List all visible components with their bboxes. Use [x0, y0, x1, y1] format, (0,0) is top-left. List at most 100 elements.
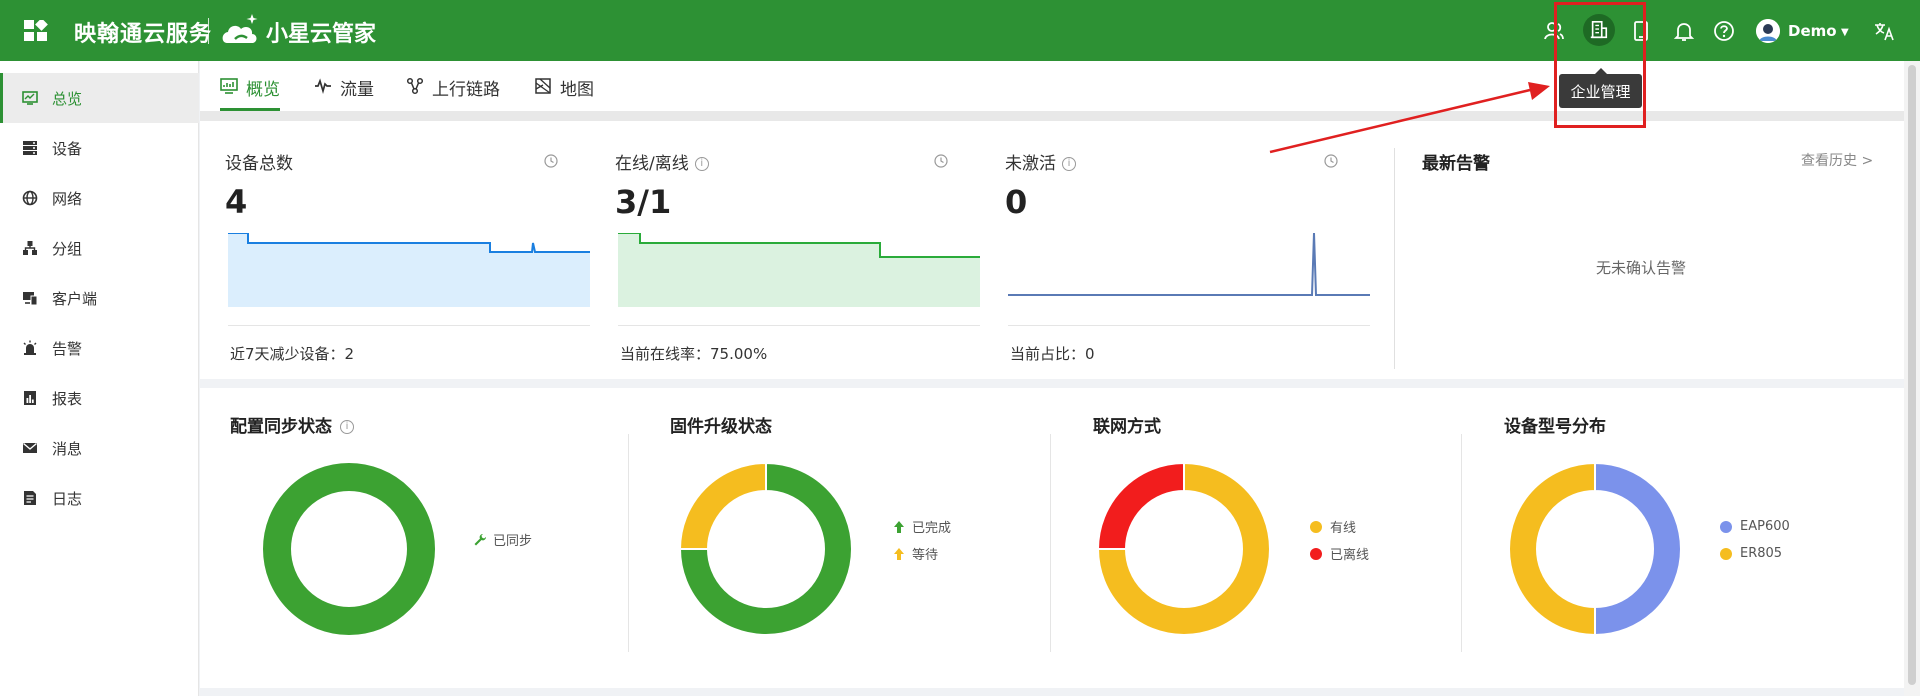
sidebar-item-logs[interactable]: 日志 [0, 473, 199, 523]
sidebar-item-reports[interactable]: 报表 [0, 373, 199, 423]
sidebar-item-overview[interactable]: 总览 [0, 73, 199, 123]
pulse-icon [315, 78, 331, 95]
tab-bar: 概览 流量 上行链路 地图 [200, 61, 1904, 111]
info-icon[interactable]: i [1062, 157, 1076, 171]
chevron-down-icon[interactable]: ▼ [1841, 27, 1849, 38]
info-icon[interactable]: i [694, 157, 709, 171]
firmware-legend: 已完成 等待 [892, 513, 951, 567]
legend-label: 等待 [912, 548, 939, 563]
sidebar-item-devices[interactable]: 设备 [0, 123, 199, 173]
network-legend: 有线 已离线 [1310, 513, 1369, 567]
tab-map[interactable]: 地图 [534, 71, 594, 111]
sidebar-item-network[interactable]: 网络 [0, 173, 199, 223]
brand-name: 映翰通云服务 [74, 22, 213, 47]
user-name[interactable]: Demo [1788, 22, 1837, 40]
uplink-icon [406, 77, 424, 95]
info-icon[interactable]: i [340, 420, 354, 434]
stat-total-devices[interactable]: 设备总数 4 近7天减少设备：2 [200, 121, 590, 379]
avatar[interactable] [1756, 19, 1780, 43]
legend-dot [1310, 520, 1322, 533]
sidebar-item-label: 总览 [52, 89, 83, 108]
sidebar-item-alarms[interactable]: 告警 [0, 323, 199, 373]
mail-icon [22, 440, 38, 456]
donut-slice-EAP600[interactable] [1594, 461, 1682, 637]
config-sync-donut[interactable] [261, 461, 437, 637]
sidebar-item-clients[interactable]: 客户端 [0, 273, 199, 323]
legend-label: ER805 [1740, 546, 1783, 561]
map-icon [535, 78, 551, 94]
client-icon [22, 290, 38, 306]
card-title: 固件升级状态 [670, 417, 772, 437]
help-icon[interactable] [1711, 18, 1737, 44]
legend-item[interactable]: 已离线 [1310, 540, 1369, 567]
app-grid-icon[interactable] [24, 20, 50, 42]
stats-panel: 设备总数 4 近7天减少设备：2 在线/离线 i 3/1 当前在线率：75.00%… [200, 121, 1904, 379]
stat-footnote: 近7天减少设备：2 [230, 345, 355, 363]
legend-dot [1720, 547, 1732, 560]
donut-slice-等待[interactable] [678, 461, 767, 550]
sidebar-item-groups[interactable]: 分组 [0, 223, 199, 273]
legend-item[interactable]: 已完成 [892, 513, 951, 540]
online-sparkline [618, 233, 980, 307]
network-donut[interactable] [1096, 461, 1272, 637]
legend-label: 已同步 [493, 534, 533, 549]
translate-icon[interactable] [1871, 18, 1897, 44]
legend-label: EAP600 [1740, 519, 1790, 534]
globe-icon [22, 190, 38, 206]
donut-slice-已同步[interactable] [263, 463, 435, 635]
report-icon [22, 390, 38, 406]
model-donut[interactable] [1507, 461, 1683, 637]
legend-label: 有线 [1330, 521, 1357, 536]
log-icon [22, 490, 38, 506]
sidebar-item-label: 消息 [52, 439, 83, 458]
config-sync-legend: 已同步 [473, 526, 532, 553]
sidebar-item-label: 网络 [52, 189, 83, 208]
tab-uplink[interactable]: 上行链路 [406, 71, 500, 111]
server-icon [22, 140, 38, 156]
stat-divider [618, 325, 980, 326]
bell-icon[interactable] [1671, 18, 1697, 44]
stat-value: 4 [225, 183, 248, 221]
brand-divider [208, 18, 209, 44]
legend-dot [1720, 520, 1732, 533]
sidebar-item-messages[interactable]: 消息 [0, 423, 199, 473]
clock-icon[interactable] [934, 154, 948, 168]
arrow-up-icon [894, 547, 904, 560]
sidebar-item-label: 告警 [52, 339, 83, 358]
donut-slice-已离线[interactable] [1096, 461, 1185, 550]
legend-label: 已完成 [912, 521, 952, 536]
wrench-icon [474, 533, 486, 545]
overview-icon [220, 78, 238, 94]
model-legend: EAP600 ER805 [1720, 513, 1790, 567]
legend-item[interactable]: 已同步 [473, 526, 532, 553]
model-card: 设备型号分布 EAP600 ER805 [1474, 388, 1894, 688]
legend-item[interactable]: 等待 [892, 540, 951, 567]
scrollbar-thumb[interactable] [1908, 65, 1916, 685]
enterprise-management-tooltip: 企业管理 [1559, 68, 1642, 108]
scrollbar[interactable] [1904, 61, 1920, 696]
section-divider [1394, 148, 1395, 369]
tab-overview[interactable]: 概览 [220, 71, 280, 111]
annotation-arrow [1269, 82, 1550, 154]
stat-online-offline[interactable]: 在线/离线 i 3/1 当前在线率：75.00% [590, 121, 980, 379]
cloud-logo-icon [222, 14, 258, 43]
legend-item[interactable]: EAP600 [1720, 513, 1790, 540]
donut-slice-ER805[interactable] [1508, 461, 1596, 637]
sidebar: 总览 设备 网络 分组 客户端 告警 报表 消息 日志 [0, 61, 199, 696]
sidebar-item-label: 分组 [52, 239, 83, 258]
card-divider [628, 434, 629, 652]
firmware-donut[interactable] [678, 461, 854, 637]
tab-label: 流量 [340, 80, 374, 100]
tab-label: 概览 [246, 80, 280, 100]
tab-label: 地图 [560, 80, 594, 100]
view-history-link[interactable]: 查看历史 > [1801, 150, 1873, 170]
legend-item[interactable]: 有线 [1310, 513, 1369, 540]
clock-icon[interactable] [544, 154, 558, 168]
stat-value: 0 [1005, 183, 1028, 221]
stat-divider [1008, 325, 1370, 326]
donut-panel: 配置同步状态 i 已同步 固件升级状态 已完成 等待 联网方式 有线 已离线 设… [200, 388, 1904, 688]
card-divider [1461, 434, 1462, 652]
tab-label: 上行链路 [432, 80, 500, 100]
tab-traffic[interactable]: 流量 [314, 71, 374, 111]
legend-item[interactable]: ER805 [1720, 540, 1790, 567]
